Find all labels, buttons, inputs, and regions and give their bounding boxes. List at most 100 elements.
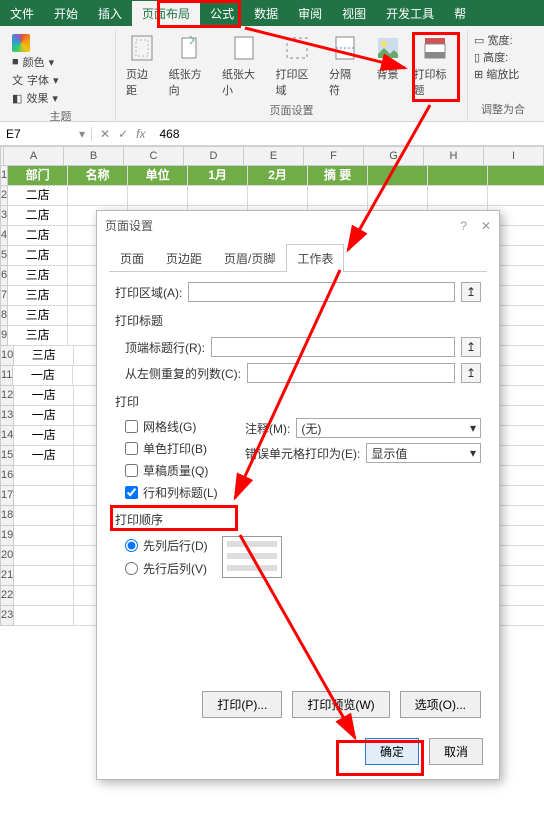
menu-tab-9[interactable]: 帮 <box>444 1 476 26</box>
row-header[interactable]: 16 <box>0 466 14 486</box>
ok-button[interactable]: 确定 <box>365 738 419 765</box>
dialog-tab-2[interactable]: 页眉/页脚 <box>213 244 286 272</box>
menu-tab-4[interactable]: 公式 <box>200 1 244 26</box>
col-header[interactable]: G <box>364 146 424 166</box>
cell[interactable]: 一店 <box>14 406 74 426</box>
col-header[interactable]: E <box>244 146 304 166</box>
row-header[interactable]: 13 <box>0 406 14 426</box>
cell[interactable] <box>248 186 308 206</box>
row-header[interactable]: 20 <box>0 546 14 566</box>
menu-tab-5[interactable]: 数据 <box>244 1 288 26</box>
col-header[interactable]: A <box>4 146 64 166</box>
cell[interactable] <box>494 346 544 366</box>
draft-checkbox[interactable] <box>125 464 138 477</box>
colors-button[interactable]: ■颜色 ▾ <box>12 54 109 70</box>
row-header[interactable]: 3 <box>0 206 8 226</box>
row-header[interactable]: 6 <box>0 266 8 286</box>
cell[interactable]: 三店 <box>8 306 68 326</box>
menu-tab-3[interactable]: 页面布局 <box>132 1 200 26</box>
cell[interactable] <box>308 186 368 206</box>
help-icon[interactable]: ? <box>460 219 467 233</box>
row-header[interactable]: 5 <box>0 246 8 266</box>
cell[interactable] <box>14 586 74 606</box>
scale-width[interactable]: ▭ 宽度: <box>474 32 532 48</box>
cell[interactable] <box>14 606 74 626</box>
enter-icon[interactable]: ✓ <box>118 127 128 141</box>
cancel-button[interactable]: 取消 <box>429 738 483 765</box>
orientation-button[interactable]: 纸张方向 <box>165 30 216 100</box>
row-header[interactable]: 2 <box>0 186 8 206</box>
col-header[interactable]: F <box>304 146 364 166</box>
row-header[interactable]: 9 <box>0 326 8 346</box>
dialog-tab-0[interactable]: 页面 <box>109 244 155 272</box>
menu-tab-0[interactable]: 文件 <box>0 1 44 26</box>
theme-swatch-icon[interactable] <box>12 34 30 52</box>
cell[interactable] <box>494 486 544 506</box>
menu-tab-8[interactable]: 开发工具 <box>376 1 444 26</box>
menu-tab-6[interactable]: 审阅 <box>288 1 332 26</box>
cell[interactable]: 三店 <box>14 346 74 366</box>
cell[interactable] <box>14 486 74 506</box>
cell[interactable] <box>494 386 544 406</box>
print-button[interactable]: 打印(P)... <box>202 691 282 718</box>
cell[interactable] <box>494 506 544 526</box>
cell[interactable] <box>494 426 544 446</box>
row-header[interactable]: 21 <box>0 566 14 586</box>
effects-button[interactable]: ◧效果 ▾ <box>12 90 109 106</box>
collapse-icon[interactable]: ↥ <box>461 282 481 302</box>
row-header[interactable]: 4 <box>0 226 8 246</box>
cell[interactable] <box>68 186 128 206</box>
order-down-radio[interactable] <box>125 539 138 552</box>
row-header[interactable]: 19 <box>0 526 14 546</box>
col-header[interactable]: D <box>184 146 244 166</box>
collapse-icon[interactable]: ↥ <box>461 363 481 383</box>
fx-icon[interactable]: fx <box>136 127 145 141</box>
cell[interactable] <box>428 186 488 206</box>
cell[interactable]: 部门 <box>8 166 68 186</box>
row-header[interactable]: 23 <box>0 606 14 626</box>
fonts-button[interactable]: 文字体 ▾ <box>12 72 109 88</box>
cell[interactable]: 三店 <box>8 286 68 306</box>
comments-select[interactable]: (无)▾ <box>296 418 481 438</box>
print-titles-button[interactable]: 打印标题 <box>410 30 461 100</box>
cell[interactable] <box>494 546 544 566</box>
row-header[interactable]: 11 <box>0 366 13 386</box>
row-header[interactable]: 7 <box>0 286 8 306</box>
background-button[interactable]: 背景 <box>368 30 408 84</box>
cell[interactable] <box>14 466 74 486</box>
close-icon[interactable]: ✕ <box>481 219 491 233</box>
cell[interactable] <box>494 566 544 586</box>
options-button[interactable]: 选项(O)... <box>400 691 481 718</box>
cancel-icon[interactable]: ✕ <box>100 127 110 141</box>
cell[interactable]: 2月 <box>248 166 308 186</box>
row-header[interactable]: 17 <box>0 486 14 506</box>
cell[interactable] <box>494 606 544 626</box>
menu-tab-2[interactable]: 插入 <box>88 1 132 26</box>
cell[interactable]: 一店 <box>14 446 74 466</box>
cell[interactable] <box>128 186 188 206</box>
collapse-icon[interactable]: ↥ <box>461 337 481 357</box>
row-header[interactable]: 14 <box>0 426 14 446</box>
cell[interactable] <box>494 406 544 426</box>
row-header[interactable]: 22 <box>0 586 14 606</box>
rowcol-headings-checkbox[interactable] <box>125 486 138 499</box>
scale-height[interactable]: ▯ 高度: <box>474 49 532 65</box>
dialog-tab-1[interactable]: 页边距 <box>155 244 213 272</box>
cell[interactable] <box>14 566 74 586</box>
breaks-button[interactable]: 分隔符 <box>325 30 366 100</box>
preview-button[interactable]: 打印预览(W) <box>292 691 389 718</box>
cell[interactable] <box>14 526 74 546</box>
cell[interactable] <box>14 506 74 526</box>
print-area-input[interactable] <box>188 282 455 302</box>
row-header[interactable]: 12 <box>0 386 14 406</box>
cell[interactable] <box>368 166 428 186</box>
cell[interactable]: 三店 <box>8 266 68 286</box>
cell[interactable]: 1月 <box>188 166 248 186</box>
row-header[interactable]: 18 <box>0 506 14 526</box>
cell[interactable]: 摘 要 <box>308 166 368 186</box>
cell[interactable] <box>14 546 74 566</box>
left-cols-input[interactable] <box>247 363 455 383</box>
gridlines-checkbox[interactable] <box>125 420 138 433</box>
errors-select[interactable]: 显示值▾ <box>366 443 481 463</box>
col-header[interactable]: H <box>424 146 484 166</box>
